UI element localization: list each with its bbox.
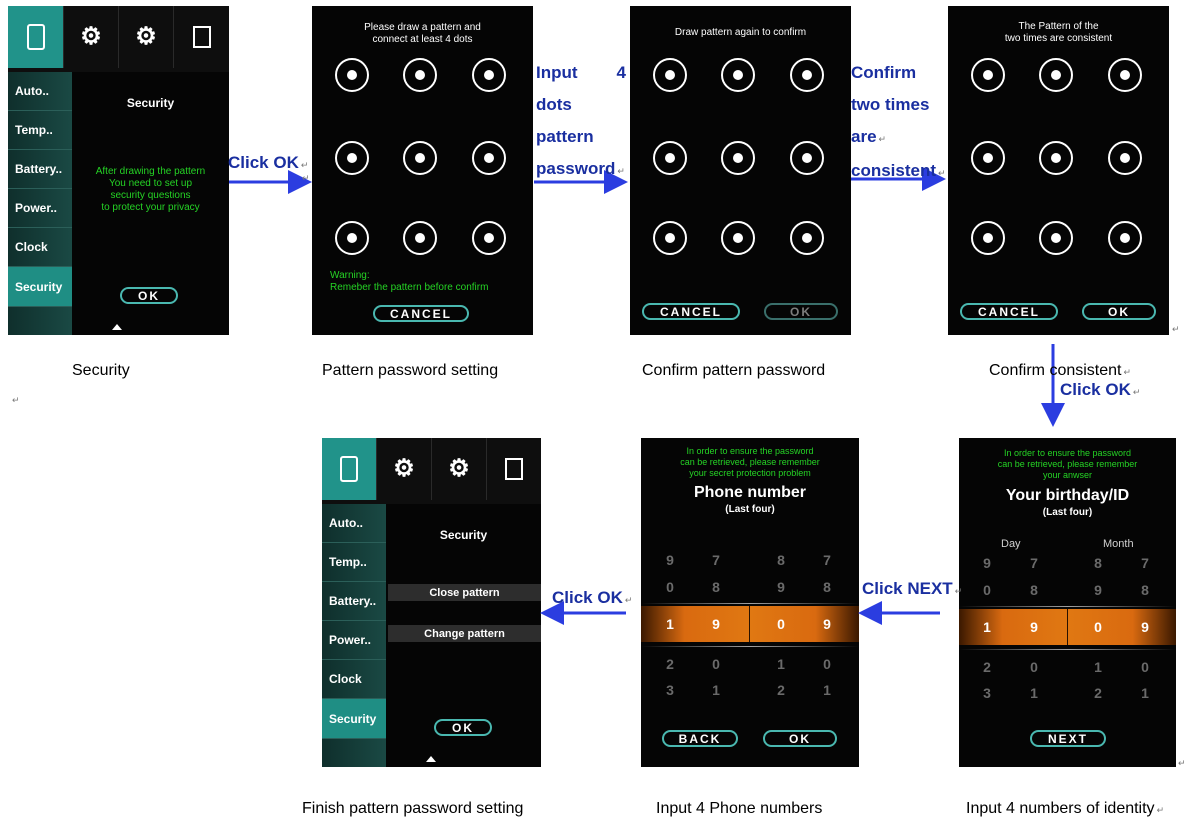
paragraph-mark: ↵ xyxy=(1132,387,1141,397)
label-row: Input 4 xyxy=(536,57,626,89)
arrow-label-text: Click OK xyxy=(552,588,623,607)
label-word: Input xyxy=(536,63,578,82)
caption-pattern-setting: Pattern password setting xyxy=(322,362,499,379)
label-word: 4 xyxy=(616,63,626,82)
arrow-label-click-ok-left: Click OK ↵ xyxy=(552,588,632,608)
paragraph-mark: ↵ xyxy=(300,160,309,170)
caption-confirm-pattern: Confirm pattern password xyxy=(642,362,826,379)
arrow-label-input-pattern: Input 4 dots pattern password ↵ xyxy=(536,57,626,187)
arrow-label-click-ok-down: Click OK ↵ xyxy=(1060,380,1140,400)
caption-phone: Input 4 Phone numbers xyxy=(656,800,823,817)
caption-finish: Finish pattern password setting xyxy=(302,800,524,817)
paragraph-mark: ↵ xyxy=(954,586,963,596)
caption-identity: Input 4 numbers of identity ↵ xyxy=(966,800,1164,818)
paragraph-mark: ↵ xyxy=(1172,324,1180,334)
paragraph-mark: ↵ xyxy=(1156,805,1165,815)
label-line: dots xyxy=(536,95,572,114)
arrow-label-click-ok: Click OK ↵ xyxy=(228,153,308,173)
label-line: password xyxy=(536,159,616,178)
paragraph-mark: ↵ xyxy=(938,168,946,178)
label-line: are xyxy=(851,127,877,146)
label-line: pattern xyxy=(536,127,594,146)
paragraph-mark: ↵ xyxy=(1178,758,1186,768)
caption-text: Input 4 numbers of identity xyxy=(966,800,1155,817)
caption-confirm-consistent: Confirm consistent ↵ xyxy=(989,362,1131,380)
label-line: two times xyxy=(851,95,930,114)
paragraph-mark: ↵ xyxy=(878,134,887,144)
paragraph-mark: ↵ xyxy=(302,173,310,183)
arrow-label-click-next: Click NEXT ↵ xyxy=(862,579,962,599)
label-line: consistent xyxy=(851,161,937,180)
paragraph-mark: ↵ xyxy=(624,595,633,605)
arrow-label-text: Click NEXT xyxy=(862,579,953,598)
paragraph-mark: ↵ xyxy=(617,166,625,176)
arrow-label-text: Click OK xyxy=(1060,380,1131,399)
label-line: Confirm xyxy=(851,63,917,82)
arrow-label-confirm-consistent: Confirm two times are ↵ consistent ↵ xyxy=(851,57,946,189)
paragraph-mark: ↵ xyxy=(1123,367,1132,377)
paragraph-mark: ↵ xyxy=(12,395,20,405)
arrow-label-text: Click OK xyxy=(228,153,299,172)
caption-text: Confirm consistent xyxy=(989,362,1122,379)
caption-security: Security xyxy=(72,362,130,379)
